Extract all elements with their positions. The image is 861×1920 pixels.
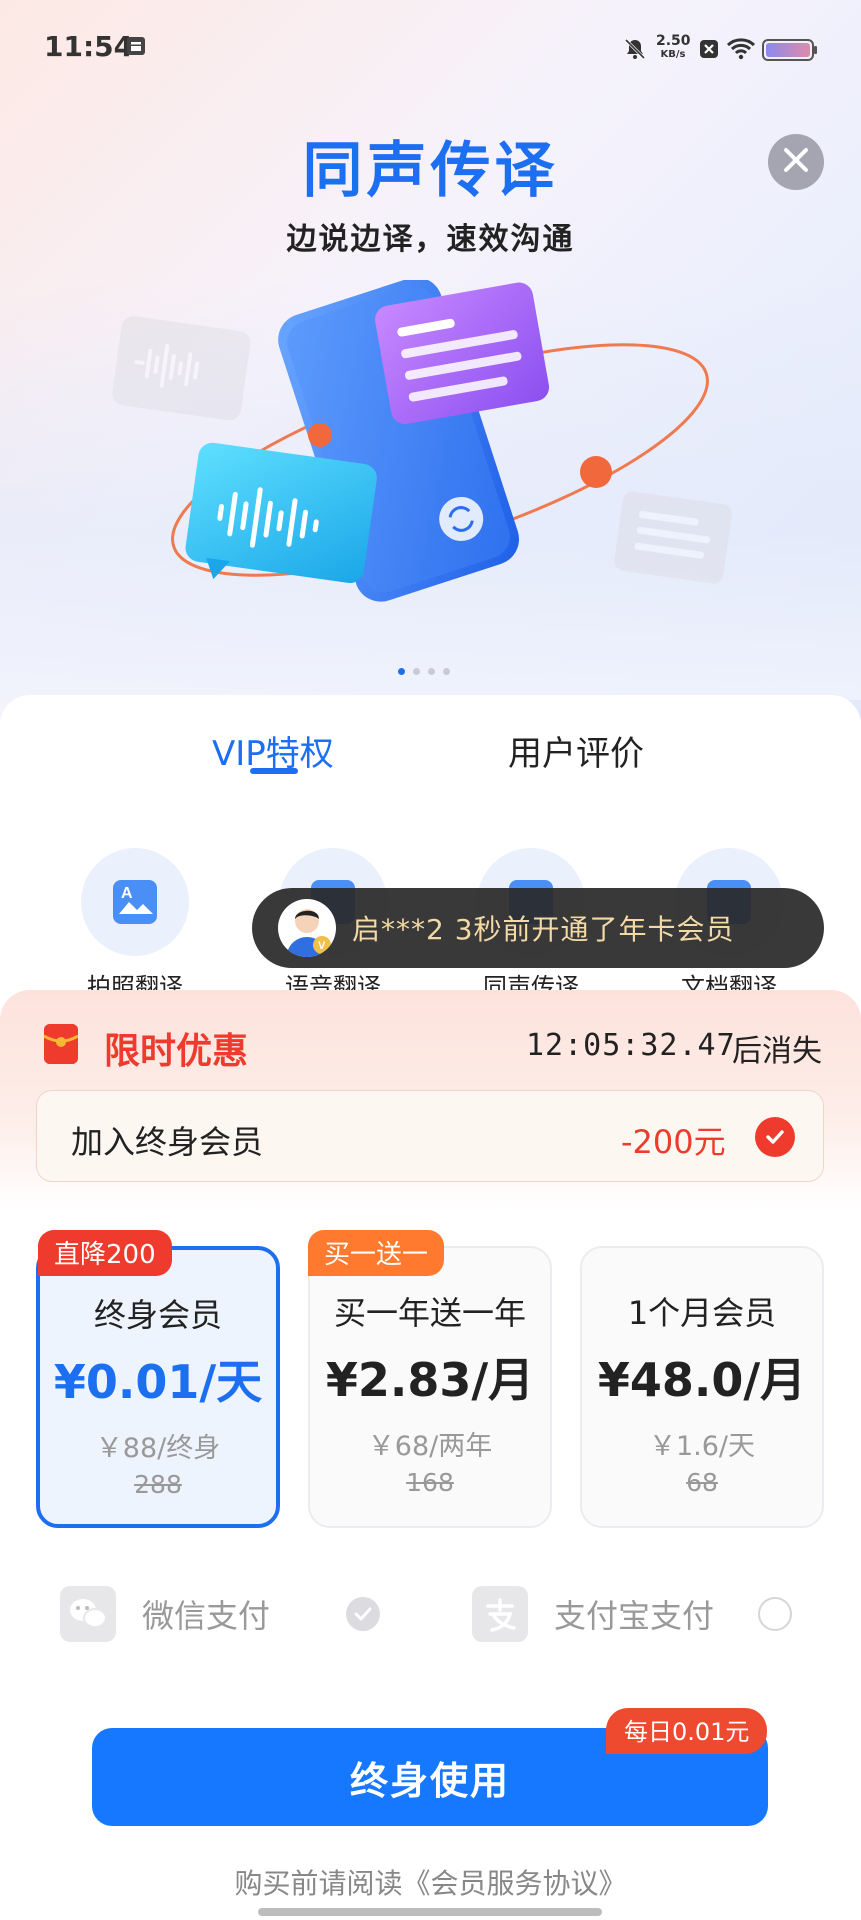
checkmark-icon[interactable] [755,1117,795,1157]
lifetime-addon-option[interactable]: 加入终身会员 -200元 [36,1090,824,1182]
plan-subprice: ￥68/两年 [367,1431,493,1462]
hero-subtitle: 边说边译，速效沟通 [286,222,575,257]
plan-price: ¥0.01/天 [53,1355,263,1409]
plan-card-monthly[interactable]: 1个月会员 ¥48.0/月 ￥1.6/天 68 [580,1246,824,1528]
photo-translate-icon: A [81,848,189,956]
home-indicator[interactable] [258,1908,602,1916]
plan-original-price: 168 [406,1468,454,1497]
addon-label: 加入终身会员 [71,1123,264,1161]
svg-text:A: A [121,885,133,902]
carousel-dot [413,668,420,675]
data-off-icon [698,38,720,60]
alipay-icon [472,1586,528,1642]
plan-subprice: ￥1.6/天 [648,1431,756,1462]
plan-name: 买一年送一年 [333,1294,526,1332]
plan-price: ¥2.83/月 [325,1353,535,1407]
plan-name: 1个月会员 [627,1294,777,1332]
wifi-icon [726,38,756,60]
toast-message: 启***2 3秒前开通了年卡会员 [352,913,735,946]
carousel-dot [398,668,405,675]
battery-icon [762,38,818,62]
mute-bell-icon [624,38,646,60]
carousel-dot [443,668,450,675]
plan-badge-bogo: 买一送一 [308,1230,445,1276]
net-speed: 2.50 KB/s [656,33,691,62]
wechat-pay-icon [60,1586,116,1642]
plan-card-buy-one-get-one[interactable]: 买一年送一年 ¥2.83/月 ￥68/两年 168 [308,1246,552,1528]
plan-badge-price-drop: 直降200 [38,1230,172,1276]
addon-price: -200元 [621,1123,726,1161]
plan-original-price: 288 [134,1470,182,1499]
status-bar: 11:54 2.50 KB/s [0,0,861,100]
plan-price: ¥48.0/月 [597,1353,807,1407]
payment-wechat[interactable]: 微信支付 [60,1584,270,1644]
feature-photo-translate[interactable]: A [80,848,190,956]
carousel-dot [428,668,435,675]
svg-text:V: V [318,940,326,952]
payment-alipay[interactable]: 支付宝支付 [472,1584,714,1644]
carousel-indicator [398,668,450,675]
hero-title: 同声传译 [302,136,559,206]
wechat-pay-label: 微信支付 [142,1597,271,1635]
purchase-button-label: 终身使用 [349,1758,510,1803]
net-speed-unit: KB/s [660,49,686,60]
hero-illustration [100,277,780,640]
alipay-label: 支付宝支付 [554,1597,715,1635]
limited-offer-title: 限时优惠 [104,1031,249,1072]
service-agreement-link[interactable]: 购买前请阅读《会员服务协议》 [0,1862,861,1902]
sim-card-icon [124,34,148,58]
plan-original-price: 68 [686,1468,718,1497]
countdown-timer: 12:05:32.47 [526,1028,736,1063]
plan-name: 终身会员 [93,1296,222,1334]
wechat-selected-icon[interactable] [346,1597,380,1631]
red-envelope-icon [43,1024,79,1064]
net-speed-value: 2.50 [656,33,691,49]
avatar: V [278,899,336,957]
daily-price-badge: 每日0.01元 [606,1708,768,1754]
purchase-toast: V 启***2 3秒前开通了年卡会员 [252,888,824,968]
countdown-suffix: 后消失 [732,1034,822,1069]
plan-subprice: ￥88/终身 [95,1433,221,1464]
status-time: 11:54 [44,30,134,63]
tab-user-reviews[interactable]: 用户评价 [508,726,644,775]
alipay-radio[interactable] [758,1597,792,1631]
tab-active-indicator [250,768,298,774]
plan-card-lifetime[interactable]: 终身会员 ¥0.01/天 ￥88/终身 288 [36,1246,280,1528]
